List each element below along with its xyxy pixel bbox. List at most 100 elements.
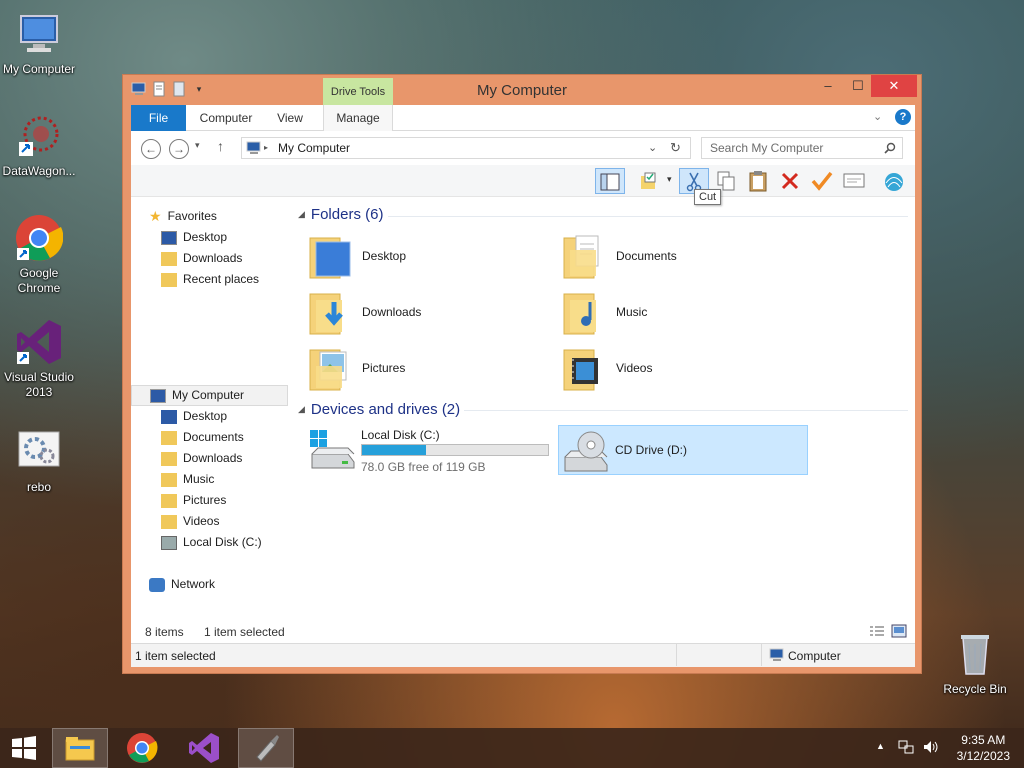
file-explorer-icon [65, 737, 95, 761]
drive-capacity-fill [362, 445, 427, 455]
clock[interactable]: 9:35 AM 3/12/2023 [957, 732, 1010, 764]
close-button[interactable]: ✕ [871, 75, 917, 97]
nav-item-label: Music [183, 472, 215, 486]
taskbar-tool-app[interactable] [238, 728, 294, 768]
status-bar: 8 items 1 item selected [131, 621, 915, 643]
drive-cd-d[interactable]: CD Drive (D:) [558, 425, 808, 475]
forward-button[interactable]: → [169, 139, 189, 159]
properties-button[interactable] [839, 168, 869, 194]
globe-shell-icon [885, 173, 903, 191]
taskbar-visual-studio[interactable] [176, 728, 232, 768]
taskbar-file-explorer[interactable] [52, 728, 108, 768]
drive-local-disk-c[interactable]: Local Disk (C:) 78.0 GB free of 119 GB [306, 424, 552, 474]
nav-favorites-downloads[interactable]: Downloads [161, 248, 242, 269]
recent-places-icon [161, 272, 177, 287]
nav-item-label: Pictures [183, 493, 227, 507]
help-icon[interactable]: ? [895, 109, 911, 125]
desktop-folder-icon [309, 237, 351, 279]
folder-label: Documents [616, 249, 677, 263]
back-button[interactable]: ← [141, 139, 161, 159]
nav-favorites-recent-places[interactable]: Recent places [161, 269, 259, 290]
delete-button[interactable] [775, 168, 805, 194]
folder-videos[interactable]: Videos [562, 342, 802, 394]
desktop-icon-google-chrome[interactable]: Google Chrome [0, 214, 78, 296]
collapse-ribbon-icon[interactable]: ⌄ [873, 110, 882, 123]
tab-computer[interactable]: Computer [191, 105, 261, 131]
computer-icon [150, 388, 166, 403]
recent-locations-button[interactable]: ▾ [195, 140, 200, 151]
folder-downloads[interactable]: Downloads [308, 286, 548, 338]
nav-favorites[interactable]: ★ Favorites [149, 206, 217, 227]
search-input[interactable]: Search My Computer [701, 137, 903, 159]
group-title: Folders (6) [310, 206, 384, 223]
nav-computer-documents[interactable]: Documents [161, 427, 244, 448]
folder-label: Music [616, 305, 648, 319]
nav-computer-local-disk[interactable]: Local Disk (C:) [161, 532, 262, 553]
nav-computer-desktop[interactable]: Desktop [161, 406, 227, 427]
minimize-icon: – [824, 78, 832, 93]
folder-desktop[interactable]: Desktop [308, 230, 548, 282]
folder-pictures[interactable]: Pictures [308, 342, 548, 394]
nav-computer-music[interactable]: Music [161, 469, 214, 490]
checkmark-icon [811, 171, 833, 191]
start-button[interactable] [0, 728, 48, 768]
tab-view[interactable]: View [265, 105, 315, 131]
preview-pane-button[interactable] [595, 168, 625, 194]
breadcrumb[interactable]: My Computer [278, 138, 350, 158]
group-divider [464, 410, 908, 411]
desktop-icon-datawagon[interactable]: DataWagon... [0, 112, 78, 179]
nav-computer-pictures[interactable]: Pictures [161, 490, 226, 511]
selection-count: 1 item selected [204, 625, 285, 639]
paste-button[interactable] [743, 168, 773, 194]
large-icons-view-icon[interactable] [891, 624, 907, 641]
drive-free-space: 78.0 GB free of 119 GB [361, 460, 486, 474]
refresh-icon[interactable]: ↻ [670, 138, 681, 158]
folder-music[interactable]: Music [562, 286, 802, 338]
browse-web-button[interactable] [879, 168, 909, 194]
nav-my-computer[interactable]: My Computer [131, 385, 288, 406]
desktop-icon-visual-studio[interactable]: Visual Studio 2013 [0, 318, 78, 400]
rename-button[interactable] [807, 168, 837, 194]
network-icon [149, 577, 165, 592]
desktop-icon-my-computer[interactable]: My Computer [0, 10, 78, 77]
devices-group-header[interactable]: ◢ Devices and drives (2) [298, 401, 460, 418]
drive-label: Local Disk (C:) [361, 428, 440, 442]
clock-date: 3/12/2023 [956, 749, 1010, 763]
computer-small-icon [246, 141, 262, 161]
address-bar[interactable]: ▸ My Computer ⌄ ↻ [241, 137, 691, 159]
nav-item-label: My Computer [172, 388, 245, 402]
desktop-icon-rebo[interactable]: rebo [0, 428, 78, 495]
downloads-folder-icon [309, 293, 343, 335]
minimize-button[interactable]: – [813, 75, 843, 97]
drive-label: CD Drive (D:) [615, 443, 687, 457]
volume-tray-icon[interactable] [922, 739, 940, 758]
options-dropdown-icon[interactable]: ▾ [667, 174, 672, 185]
folder-documents[interactable]: Documents [562, 230, 802, 282]
title-bar[interactable]: ▾ Drive Tools My Computer – ☐ ✕ [123, 75, 921, 106]
nav-item-label: Downloads [183, 251, 243, 265]
taskbar-chrome[interactable] [114, 728, 170, 768]
copy-icon [717, 171, 735, 191]
status-separator [761, 644, 762, 666]
nav-computer-videos[interactable]: Videos [161, 511, 219, 532]
ribbon-tabs: File Computer View Manage ⌄ ? [131, 105, 915, 131]
folder-label: Downloads [362, 305, 422, 319]
datawagon-icon [15, 112, 63, 160]
tab-manage[interactable]: Manage [323, 105, 393, 131]
show-hidden-icons-button[interactable]: ▲ [876, 741, 885, 751]
nav-item-label: Network [171, 577, 216, 591]
folders-group-header[interactable]: ◢ Folders (6) [298, 206, 383, 223]
up-button[interactable]: ↑ [217, 138, 224, 154]
nav-network[interactable]: Network [149, 574, 215, 595]
desktop-icon-recycle-bin[interactable]: Recycle Bin [936, 630, 1014, 697]
select-all-button[interactable] [635, 168, 665, 194]
address-dropdown-icon[interactable]: ⌄ [648, 138, 657, 158]
network-tray-icon[interactable] [898, 739, 914, 758]
nav-favorites-desktop[interactable]: Desktop [161, 227, 227, 248]
tool-app-icon [256, 735, 279, 762]
details-view-icon[interactable] [869, 625, 885, 640]
visual-studio-icon [189, 733, 219, 763]
maximize-button[interactable]: ☐ [843, 75, 873, 97]
tab-file[interactable]: File [131, 105, 186, 131]
nav-computer-downloads[interactable]: Downloads [161, 448, 242, 469]
